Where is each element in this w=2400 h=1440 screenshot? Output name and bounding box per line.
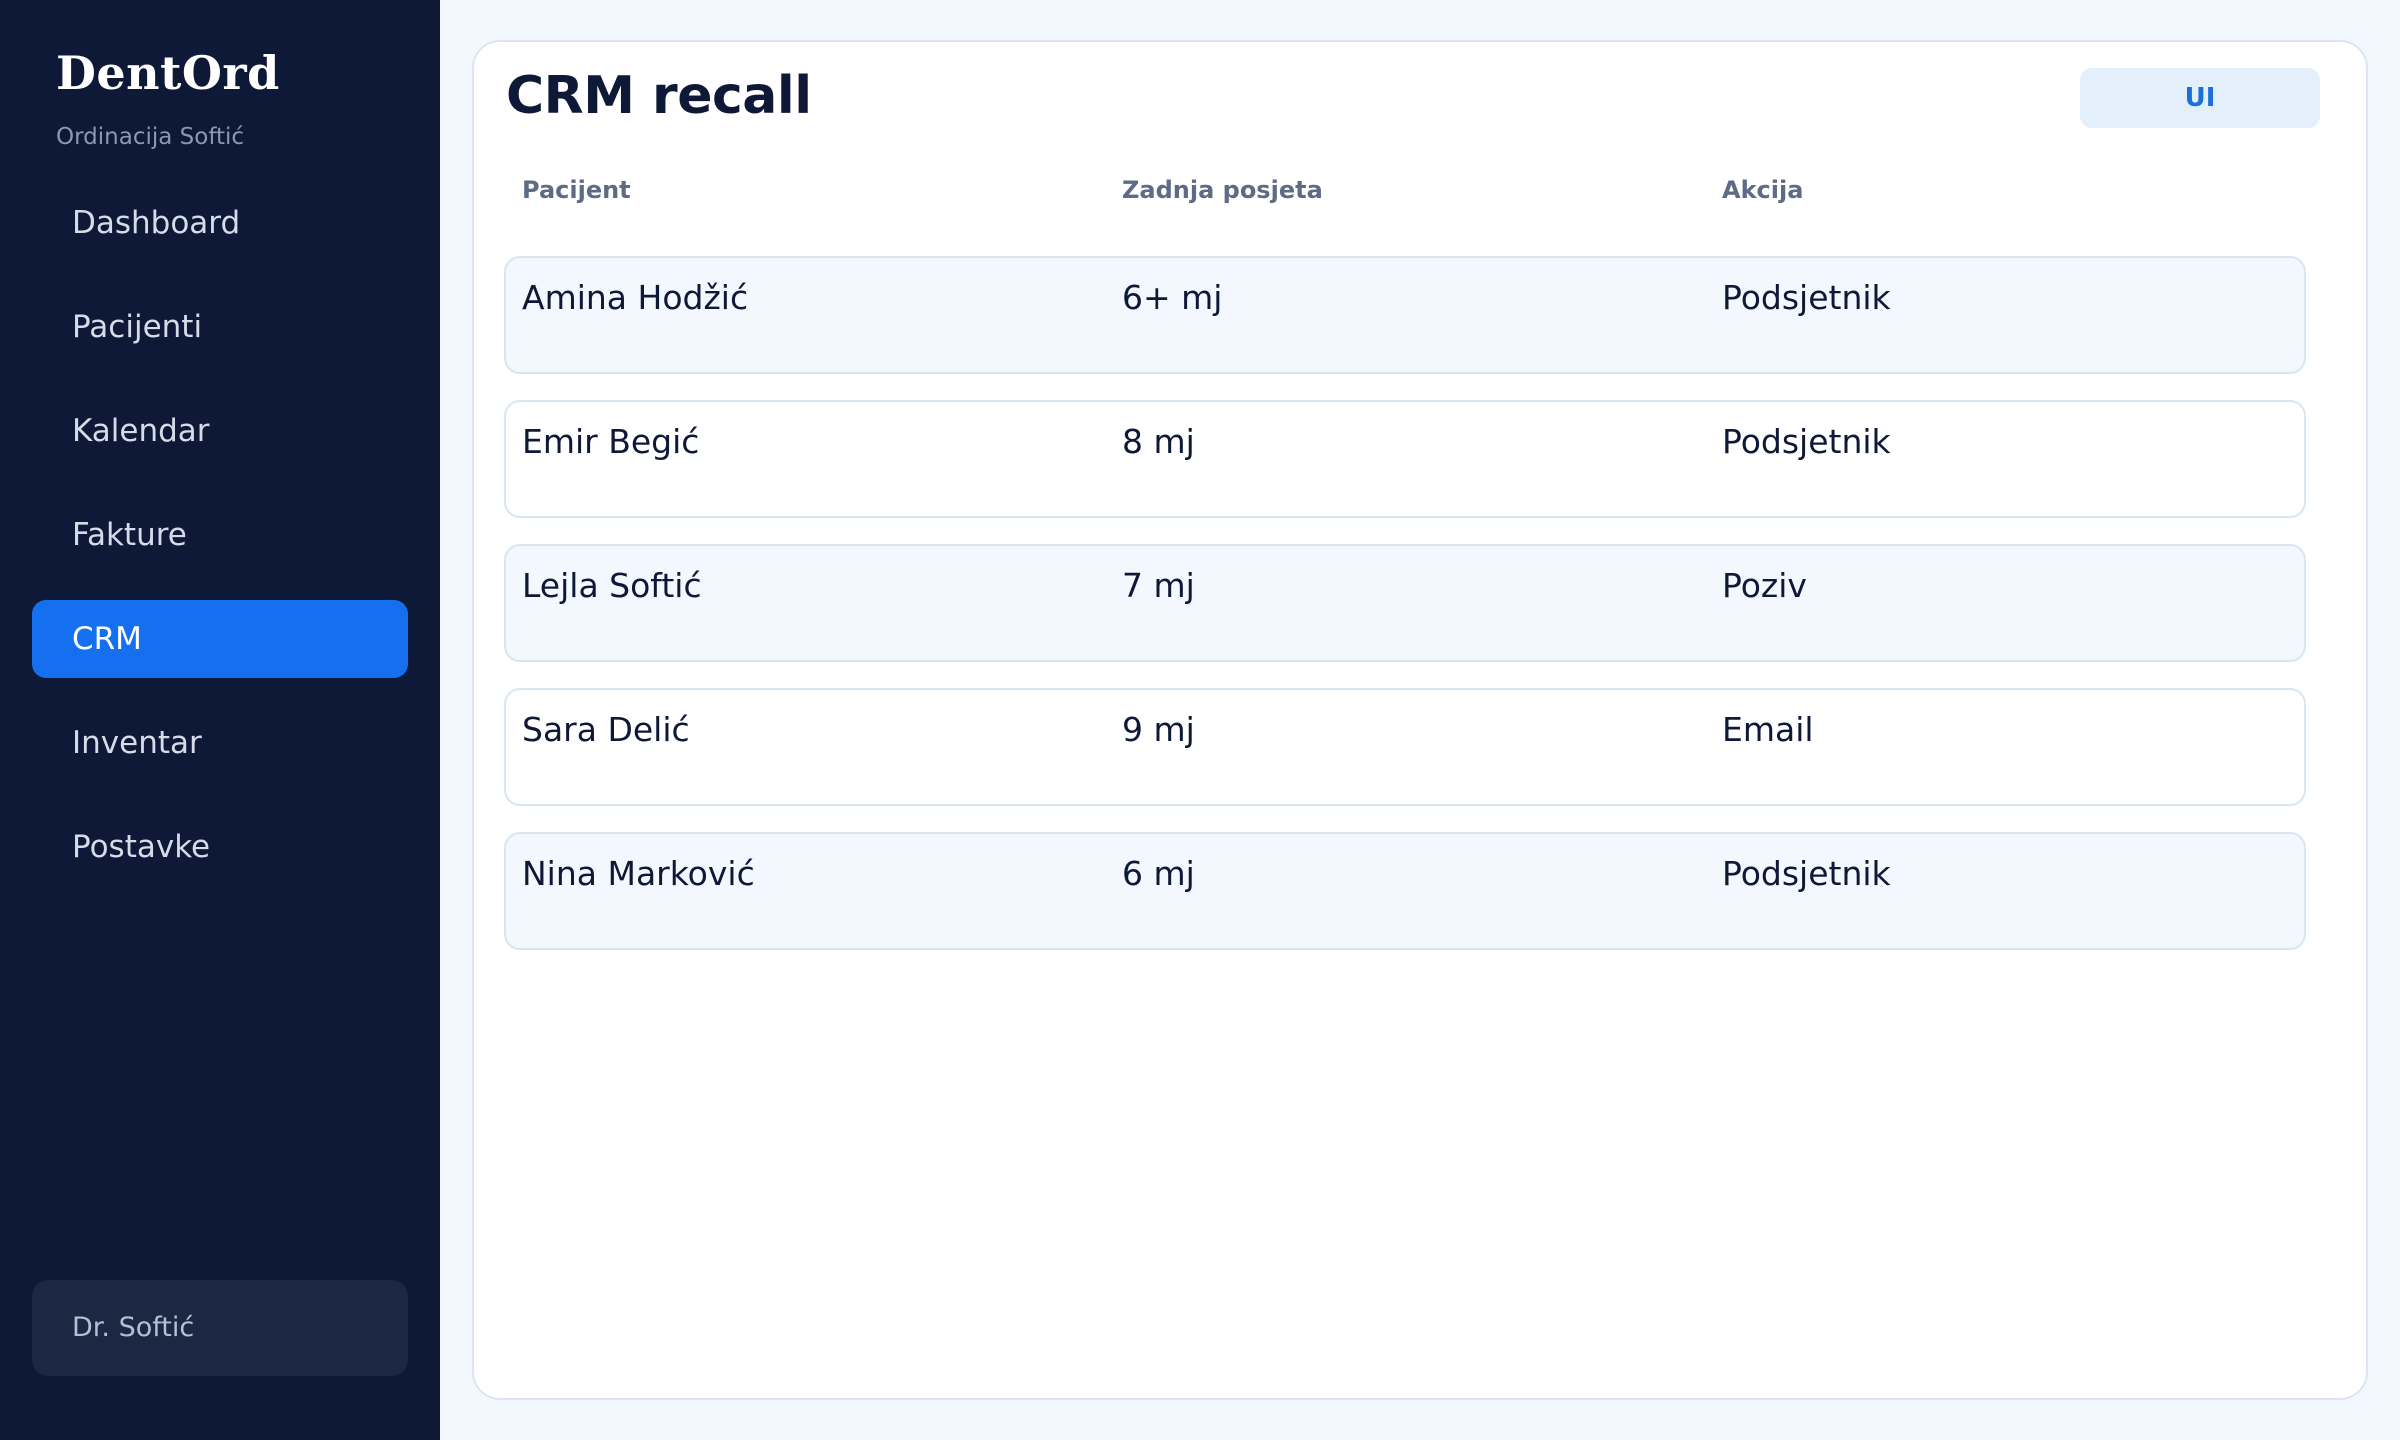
sidebar-item-crm[interactable]: CRM [32,600,408,678]
recall-action: Podsjetnik [1722,854,1891,893]
sidebar-nav: Dashboard Pacijenti Kalendar Fakture CRM… [32,184,408,912]
last-visit: 6+ mj [1122,278,1223,317]
sidebar-item-fakture[interactable]: Fakture [32,496,408,574]
last-visit: 6 mj [1122,854,1195,893]
sidebar-item-label: CRM [72,621,142,657]
main-panel: CRM recall UI Pacijent Zadnja posjeta Ak… [472,40,2368,1400]
table-header: Pacijent Zadnja posjeta Akcija [522,176,2322,216]
sidebar-item-dashboard[interactable]: Dashboard [32,184,408,262]
sidebar-item-label: Dashboard [72,205,241,241]
page-title: CRM recall [506,66,812,126]
table-row[interactable]: Sara Delić 9 mj Email [504,688,2306,806]
recall-table: Amina Hodžić 6+ mj Podsjetnik Emir Begić… [504,256,2306,976]
patient-name: Sara Delić [522,710,690,749]
patient-name: Amina Hodžić [522,278,749,317]
recall-action: Email [1722,710,1814,749]
patient-name: Emir Begić [522,422,700,461]
brand-logo-text: DentOrd [56,46,280,100]
brand-subtitle: Ordinacija Softić [56,124,245,150]
sidebar-item-postavke[interactable]: Postavke [32,808,408,886]
sidebar-item-label: Inventar [72,725,202,761]
last-visit: 9 mj [1122,710,1195,749]
recall-action: Podsjetnik [1722,278,1891,317]
sidebar-item-label: Fakture [72,517,187,553]
column-header-last-visit: Zadnja posjeta [1122,176,1323,204]
sidebar-item-label: Postavke [72,829,211,865]
last-visit: 8 mj [1122,422,1195,461]
user-name: Dr. Softić [72,1312,195,1343]
app-window: DentOrd Ordinacija Softić Dashboard Paci… [0,0,2400,1440]
column-header-action: Akcija [1722,176,1804,204]
table-row[interactable]: Amina Hodžić 6+ mj Podsjetnik [504,256,2306,374]
sidebar: DentOrd Ordinacija Softić Dashboard Paci… [0,0,440,1440]
column-header-patient: Pacijent [522,176,631,204]
sidebar-item-label: Kalendar [72,413,210,449]
user-profile-card[interactable]: Dr. Softić [32,1280,408,1376]
sidebar-item-kalendar[interactable]: Kalendar [32,392,408,470]
table-row[interactable]: Lejla Softić 7 mj Poziv [504,544,2306,662]
last-visit: 7 mj [1122,566,1195,605]
table-row[interactable]: Nina Marković 6 mj Podsjetnik [504,832,2306,950]
table-row[interactable]: Emir Begić 8 mj Podsjetnik [504,400,2306,518]
recall-action: Podsjetnik [1722,422,1891,461]
sidebar-item-label: Pacijenti [72,309,203,345]
sidebar-item-pacijenti[interactable]: Pacijenti [32,288,408,366]
patient-name: Lejla Softić [522,566,702,605]
patient-name: Nina Marković [522,854,755,893]
sidebar-item-inventar[interactable]: Inventar [32,704,408,782]
recall-action: Poziv [1722,566,1807,605]
ui-mode-button[interactable]: UI [2080,68,2320,128]
